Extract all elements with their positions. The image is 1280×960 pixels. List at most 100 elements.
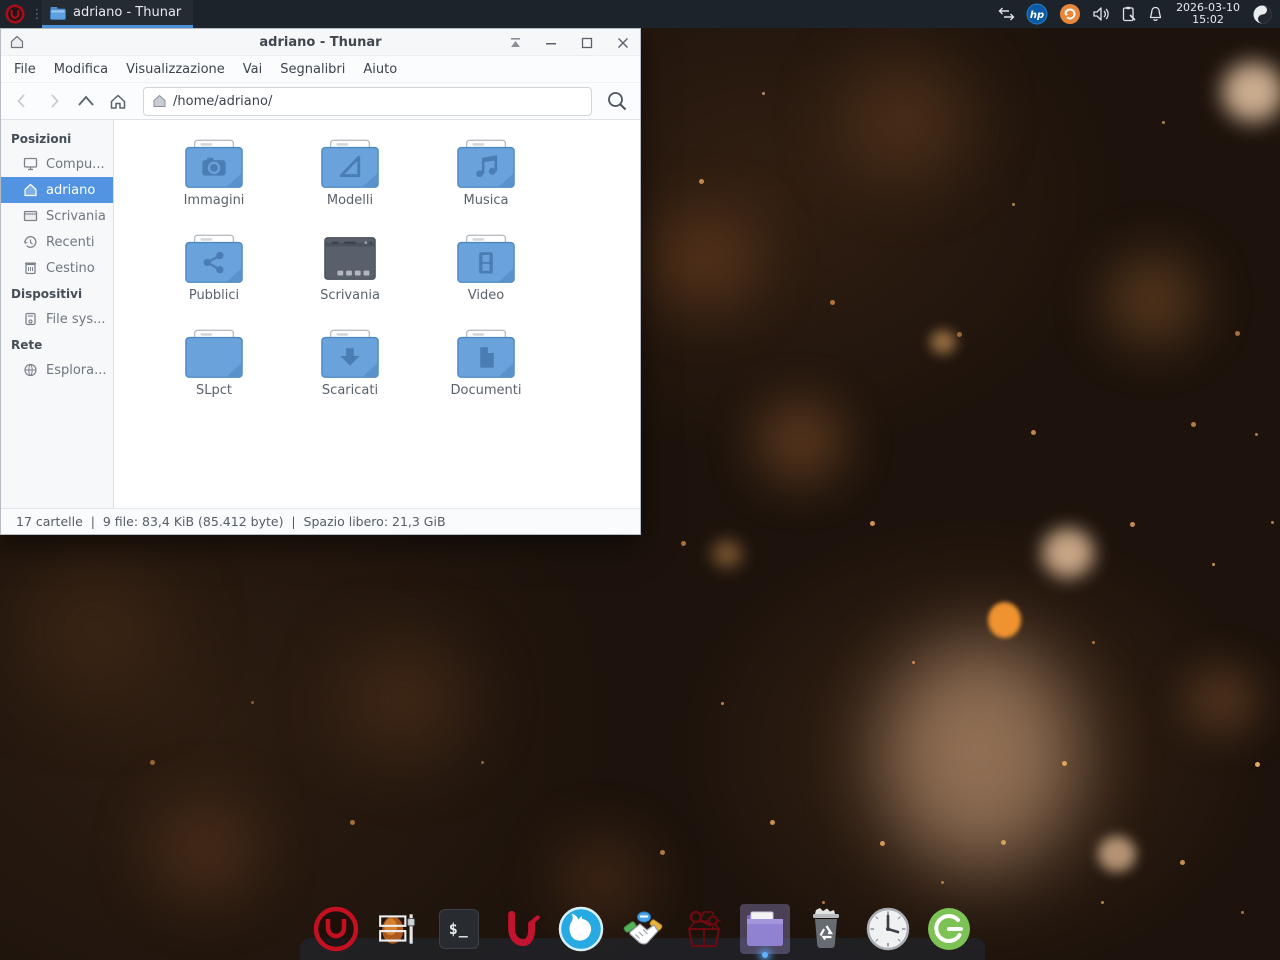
pathbar[interactable]: [143, 87, 592, 116]
file-item-slpct[interactable]: SLpct: [146, 324, 282, 419]
sidebar: Posizioni Compu... adriano: [1, 120, 114, 508]
titlebar[interactable]: adriano - Thunar: [1, 29, 640, 56]
menu-segnalibri[interactable]: Segnalibri: [271, 58, 354, 81]
file-item-musica[interactable]: Musica: [418, 134, 554, 229]
taskbar-item-thunar[interactable]: adriano - Thunar: [42, 0, 193, 28]
file-item-pubblici[interactable]: Pubblici: [146, 229, 282, 324]
sidebar-item-scrivania[interactable]: Scrivania: [1, 203, 113, 229]
hp-device-icon[interactable]: hp: [1026, 3, 1048, 25]
sidebar-item-label: Cestino: [46, 261, 95, 276]
taskbar-item-label: adriano - Thunar: [73, 5, 181, 20]
sidebar-item-recenti[interactable]: Recenti: [1, 229, 113, 255]
panel-time: 15:02: [1176, 14, 1240, 26]
sidebar-item-esplora[interactable]: Esplora...: [1, 357, 113, 383]
dock-logout-icon[interactable]: [924, 904, 974, 954]
folder-plain-icon: [183, 328, 245, 380]
file-label: Pubblici: [189, 288, 239, 303]
maximize-button[interactable]: [580, 36, 594, 50]
sidebar-item-computer[interactable]: Compu...: [1, 151, 113, 177]
dock-terminal-icon[interactable]: $_: [434, 904, 484, 954]
folder-film-icon: [455, 233, 517, 285]
folder-download-icon: [319, 328, 381, 380]
dock-uget-icon[interactable]: [495, 904, 545, 954]
dock: $_: [300, 904, 985, 954]
clipboard-icon[interactable]: [1121, 6, 1137, 22]
file-item-modelli[interactable]: Modelli: [282, 134, 418, 229]
desktop-icon: [23, 209, 38, 223]
sidebar-item-label: Scrivania: [46, 209, 106, 224]
sidebar-item-filesystem[interactable]: File sys...: [1, 306, 113, 332]
sidebar-item-label: adriano: [46, 183, 95, 198]
network-globe-icon: [23, 363, 38, 377]
yin-yang-icon[interactable]: [1253, 5, 1272, 24]
menu-file[interactable]: File: [5, 58, 45, 81]
folder-template-icon: [319, 138, 381, 190]
file-pane[interactable]: Immagini Modelli: [114, 120, 640, 508]
sidebar-item-adriano[interactable]: adriano: [1, 177, 113, 203]
sidebar-header-posizioni: Posizioni: [1, 126, 113, 151]
volume-icon[interactable]: [1092, 6, 1110, 22]
home-button[interactable]: [103, 87, 133, 115]
sidebar-item-cestino[interactable]: Cestino: [1, 255, 113, 281]
search-button[interactable]: [600, 86, 634, 116]
menu-aiuto[interactable]: Aiuto: [354, 58, 406, 81]
window-home-icon: [9, 34, 25, 54]
close-button[interactable]: [616, 36, 630, 50]
file-label: Documenti: [451, 383, 522, 398]
file-label: Modelli: [327, 193, 373, 208]
folder-camera-icon: [183, 138, 245, 190]
dock-clock-icon[interactable]: [863, 904, 913, 954]
computer-icon: [23, 157, 38, 171]
terminal-glyph: $_: [439, 909, 479, 949]
notifications-icon[interactable]: [1148, 6, 1163, 22]
thunar-window: adriano - Thunar File Modifica Visualizz…: [0, 28, 641, 535]
file-item-scrivania[interactable]: Scrivania: [282, 229, 418, 324]
shade-button[interactable]: [508, 36, 522, 50]
dock-file-manager-icon[interactable]: [740, 904, 790, 954]
search-icon: [606, 90, 628, 112]
dock-distro-logo-icon[interactable]: [311, 904, 361, 954]
distro-logo-icon[interactable]: [0, 4, 30, 24]
menu-modifica[interactable]: Modifica: [45, 58, 117, 81]
path-input[interactable]: [173, 94, 583, 109]
desktop-window-icon: [319, 233, 381, 285]
trash-icon: [23, 261, 38, 275]
up-button[interactable]: [71, 87, 101, 115]
panel-handle[interactable]: ⋮: [30, 7, 42, 22]
file-label: Video: [468, 288, 504, 303]
file-label: Immagini: [184, 193, 245, 208]
menu-visualizzazione[interactable]: Visualizzazione: [117, 58, 234, 81]
folder-icon: [50, 6, 66, 20]
folder-share-icon: [183, 233, 245, 285]
back-button[interactable]: [7, 87, 37, 115]
file-item-video[interactable]: Video: [418, 229, 554, 324]
dock-librewolf-icon[interactable]: [556, 904, 606, 954]
sidebar-item-label: Compu...: [46, 157, 105, 172]
home-icon: [23, 183, 38, 197]
sidebar-item-label: Recenti: [46, 235, 95, 250]
path-home-icon: [152, 94, 167, 108]
forward-button[interactable]: [39, 87, 69, 115]
toolbar: [1, 83, 640, 120]
file-label: SLpct: [196, 383, 232, 398]
drive-icon: [23, 312, 38, 326]
file-item-documenti[interactable]: Documenti: [418, 324, 554, 419]
dock-toolbox-icon[interactable]: [679, 904, 729, 954]
folder-music-icon: [455, 138, 517, 190]
network-arrows-icon[interactable]: [998, 7, 1015, 21]
updates-icon[interactable]: [1059, 3, 1081, 25]
minimize-button[interactable]: [544, 36, 558, 50]
file-label: Scaricati: [322, 383, 378, 398]
dock-video-editor-icon[interactable]: [373, 904, 423, 954]
file-item-scaricati[interactable]: Scaricati: [282, 324, 418, 419]
file-label: Scrivania: [320, 288, 380, 303]
file-label: Musica: [464, 193, 509, 208]
dock-trash-icon[interactable]: [801, 904, 851, 954]
svg-text:hp: hp: [1030, 10, 1044, 21]
file-item-immagini[interactable]: Immagini: [146, 134, 282, 229]
sidebar-header-rete: Rete: [1, 332, 113, 357]
sidebar-header-dispositivi: Dispositivi: [1, 281, 113, 306]
menu-vai[interactable]: Vai: [234, 58, 271, 81]
panel-clock[interactable]: 2026-03-10 15:02: [1174, 2, 1242, 26]
dock-handshake-icon[interactable]: [618, 904, 668, 954]
